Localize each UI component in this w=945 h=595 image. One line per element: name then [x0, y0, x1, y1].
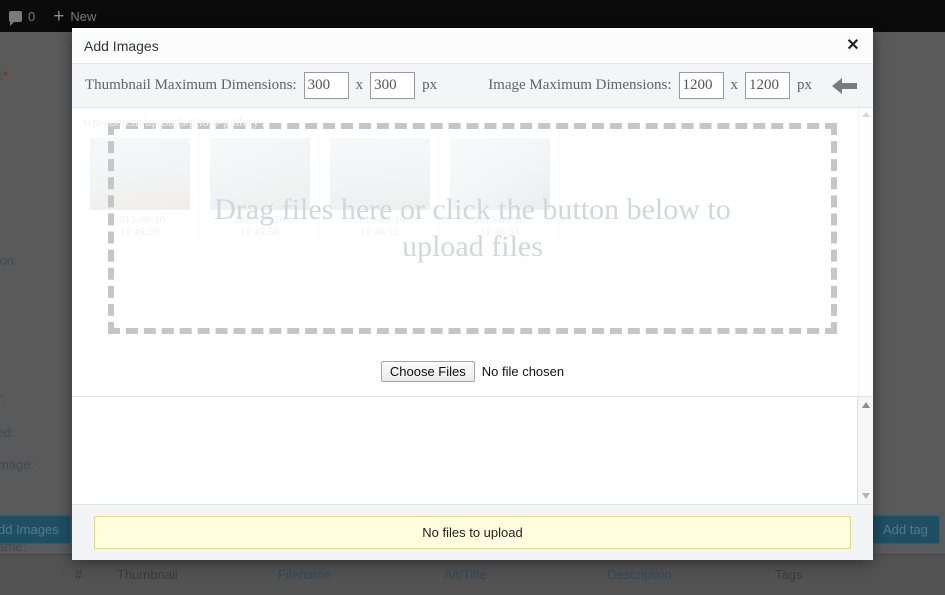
thumbnail-dimensions-group: Thumbnail Maximum Dimensions: x px	[85, 72, 437, 99]
dialog-titlebar: Add Images ✕	[72, 28, 873, 64]
add-images-button[interactable]: dd Images	[0, 515, 71, 544]
thumbnail-dimensions-separator: x	[355, 77, 364, 93]
bg-field-label-description: cription:	[0, 253, 18, 268]
image-width-input[interactable]	[678, 72, 724, 99]
thumbnail-width-input[interactable]	[303, 72, 349, 99]
column-header-thumbnail[interactable]: Thumbnail	[117, 567, 178, 582]
arrow-left-icon[interactable]	[830, 75, 860, 97]
file-input-status: No file chosen	[481, 364, 565, 379]
image-height-input[interactable]	[745, 72, 790, 99]
bg-field-label-published: ished:	[0, 425, 15, 440]
file-dropzone[interactable]: Drag files here or click the button belo…	[108, 123, 837, 334]
add-tag-button[interactable]: Add tag	[871, 515, 940, 544]
image-dimensions-label: Image Maximum Dimensions:	[488, 77, 672, 93]
column-header-tags[interactable]: Tags	[775, 567, 802, 582]
dialog-footer: No files to upload	[72, 504, 873, 560]
thumbnail-dimensions-unit: px	[422, 77, 438, 93]
column-header-description[interactable]: Description	[607, 567, 672, 582]
bg-field-label-author: or:	[0, 390, 6, 405]
browser-scrollbar[interactable]	[858, 108, 873, 396]
required-mark: *	[2, 68, 8, 83]
queue-scrollbar[interactable]	[857, 397, 873, 504]
add-images-dialog: Add Images ✕ Thumbnail Maximum Dimension…	[72, 28, 873, 560]
status-notice: No files to upload	[94, 516, 851, 549]
admin-page: 0 + New e:* : cription: or: ished: iew i…	[0, 0, 945, 595]
breadcrumb[interactable]: wp-content/uploads/photo-gallery /	[83, 114, 266, 130]
scroll-up-icon[interactable]	[862, 112, 870, 117]
upload-queue-panel	[72, 396, 873, 504]
column-header-alt-title[interactable]: Alt/Title	[444, 567, 487, 582]
scroll-down-icon[interactable]	[862, 493, 870, 499]
comment-bubble-icon	[9, 10, 22, 26]
choose-files-button[interactable]: Choose Files	[380, 361, 475, 382]
dimensions-toolbar: Thumbnail Maximum Dimensions: x px Image…	[72, 64, 873, 108]
image-dimensions-group: Image Maximum Dimensions: x px	[488, 72, 812, 99]
thumbnail-height-input[interactable]	[370, 72, 416, 99]
column-header-index[interactable]: #	[75, 567, 82, 582]
thumbnail-dimensions-label: Thumbnail Maximum Dimensions:	[85, 77, 297, 93]
bg-field-label-preview-image: iew image:	[0, 457, 35, 472]
plus-icon: +	[53, 5, 65, 27]
dialog-title: Add Images	[84, 37, 159, 54]
file-browser-area: wp-content/uploads/photo-gallery / 2013-…	[72, 108, 873, 396]
comments-bubble-item[interactable]: 0	[0, 0, 44, 32]
bg-field-label-name: e:*	[0, 68, 8, 83]
comment-count: 0	[28, 8, 36, 24]
file-input-row: Choose Files No file chosen	[72, 361, 873, 382]
column-header-filename[interactable]: Filename	[278, 567, 331, 582]
image-dimensions-separator: x	[730, 77, 739, 93]
dropzone-instructions: Drag files here or click the button belo…	[214, 192, 731, 263]
images-table-header: # Thumbnail Filename Alt/Title Descripti…	[0, 554, 945, 595]
scroll-up-icon[interactable]	[862, 402, 870, 408]
new-label: New	[70, 8, 97, 24]
close-icon[interactable]: ✕	[843, 36, 863, 56]
image-dimensions-unit: px	[797, 77, 812, 93]
